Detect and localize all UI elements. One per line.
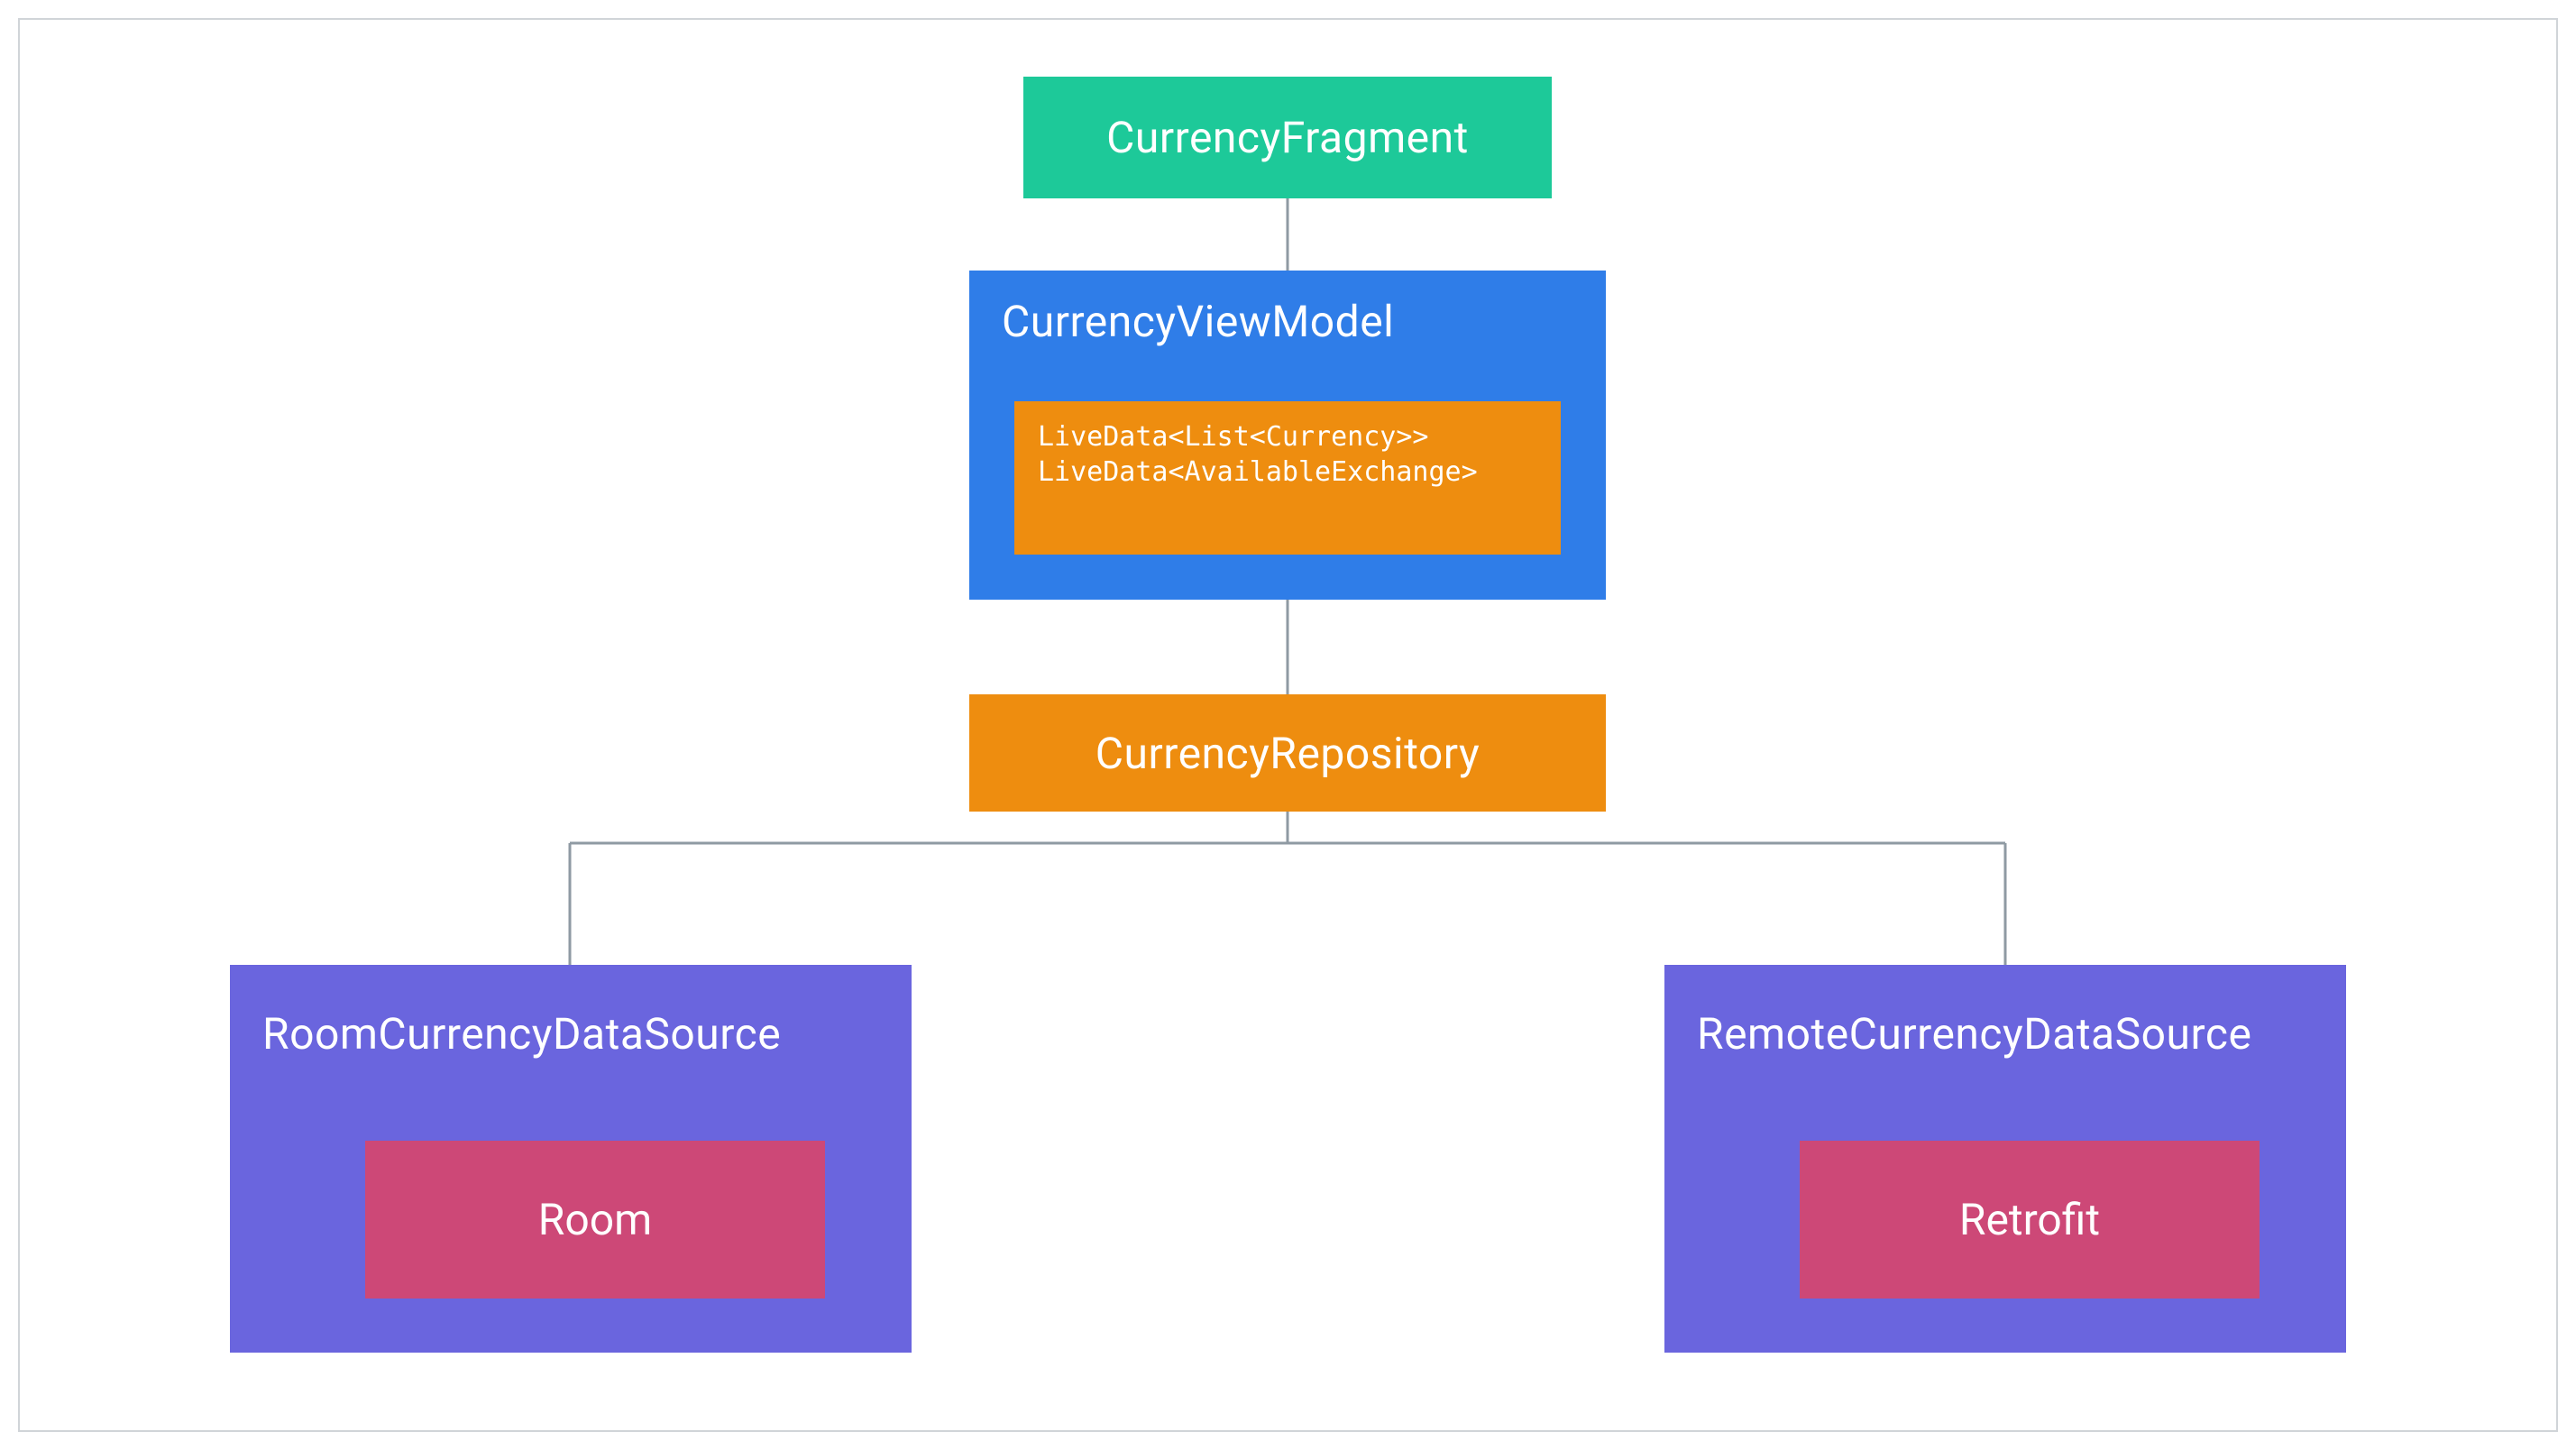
node-currency-repository: CurrencyRepository xyxy=(969,694,1606,812)
node-label: CurrencyViewModel xyxy=(1002,296,1394,347)
node-label: CurrencyFragment xyxy=(1106,112,1469,163)
node-label-area: RemoteCurrencyDataSource xyxy=(1664,965,2346,1085)
node-room-currency-datasource: RoomCurrencyDataSource Room xyxy=(230,965,912,1353)
inner-node-label: Retrofit xyxy=(1959,1194,2100,1245)
node-remote-currency-datasource: RemoteCurrencyDataSource Retrofit xyxy=(1664,965,2346,1353)
inner-node-retrofit: Retrofit xyxy=(1800,1141,2260,1299)
node-label-area: RoomCurrencyDataSource xyxy=(230,965,912,1085)
inner-node-label: Room xyxy=(538,1194,652,1245)
livedata-code-block: LiveData<List<Currency>> LiveData<Availa… xyxy=(1014,401,1561,555)
node-label: RemoteCurrencyDataSource xyxy=(1697,1008,2251,1060)
node-label: RoomCurrencyDataSource xyxy=(262,1008,781,1060)
diagram-frame: CurrencyFragment CurrencyViewModel LiveD… xyxy=(0,0,2576,1450)
node-currency-viewmodel: CurrencyViewModel LiveData<List<Currency… xyxy=(969,271,1606,600)
node-label: CurrencyRepository xyxy=(1095,728,1480,779)
inner-node-room: Room xyxy=(365,1141,825,1299)
node-label-area: CurrencyViewModel xyxy=(969,271,1606,372)
node-currency-fragment: CurrencyFragment xyxy=(1023,77,1552,198)
